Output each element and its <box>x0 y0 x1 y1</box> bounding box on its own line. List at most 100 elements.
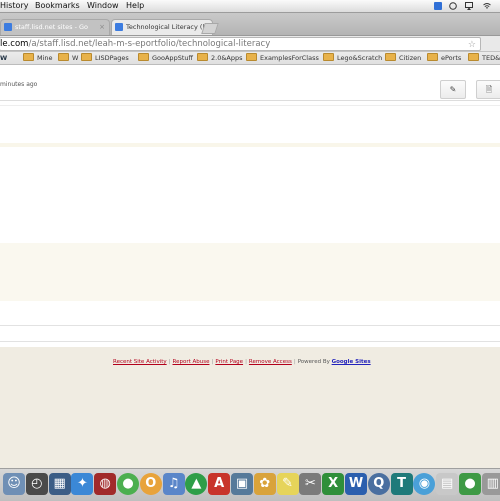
new-tab-button[interactable] <box>201 23 219 34</box>
folder-icon <box>23 53 34 61</box>
mission-control-icon[interactable]: ▦ <box>48 473 71 495</box>
divider <box>0 325 500 326</box>
menu-window[interactable]: Window <box>87 0 119 12</box>
google-sites-favicon-icon <box>4 23 12 31</box>
close-tab-icon[interactable]: × <box>99 20 105 35</box>
menu-bookmarks[interactable]: Bookmarks <box>35 0 80 12</box>
menu-help[interactable]: Help <box>126 0 144 12</box>
site-footer: Recent Site Activity | Report Abuse | Print … <box>0 347 500 468</box>
chrome-icon[interactable]: ● <box>117 473 139 495</box>
bookmark-label: GooAppStuff <box>152 54 193 62</box>
bookmark-label: Citizen <box>399 54 422 62</box>
photos-icon[interactable]: ✿ <box>253 473 276 495</box>
tab-technological-literacy[interactable]: Technological Literacy (le × <box>111 19 213 35</box>
itunes-icon[interactable]: ♫ <box>162 473 185 495</box>
separator: | <box>245 359 247 365</box>
google-drive-icon[interactable]: ▲ <box>185 473 208 495</box>
toolbar: le.com/a/staff.lisd.net/leah-m-s-eportfo… <box>0 36 500 52</box>
excel-icon[interactable]: X <box>322 473 345 495</box>
google-sites-favicon-icon <box>115 23 123 31</box>
folder-icon <box>246 53 257 61</box>
new-page-icon: 🗎 <box>485 85 493 94</box>
bookmark-folder-apps[interactable]: 2.0&Apps <box>197 52 243 64</box>
folder-icon <box>58 53 69 61</box>
quicktime-icon[interactable]: Q <box>367 473 390 495</box>
bookmark-folder-mine[interactable]: Mine <box>23 52 53 64</box>
bookmark-label: 2.0&Apps <box>211 54 243 62</box>
finder-icon[interactable]: ☺ <box>3 473 25 495</box>
folder-icon <box>81 53 92 61</box>
new-page-button[interactable]: 🗎 <box>476 80 500 99</box>
trash-icon[interactable]: ▥ <box>481 473 500 495</box>
word-icon[interactable]: W <box>345 473 367 495</box>
firefox-icon[interactable]: O <box>139 473 162 495</box>
separator: | <box>211 359 214 365</box>
bookmark-label: ExamplesForClass <box>260 54 319 62</box>
bookmark-star-icon[interactable]: ☆ <box>468 39 476 50</box>
folder-icon <box>138 53 149 61</box>
stickies-icon[interactable]: ✎ <box>276 473 299 495</box>
page-content: minutes ago ✎ 🗎 Recent Site Activity | Rep… <box>0 65 500 468</box>
bookmark-folder-gooappstuff[interactable]: GooAppStuff <box>138 52 193 64</box>
time-machine-icon[interactable] <box>449 2 457 10</box>
acrobat-icon[interactable]: A <box>208 473 231 495</box>
dock: ☺ ◴ ▦ ✦ ◍ ● O ♫ ▲ A ▣ ✿ ✎ ✂ X W Q T ◉ ▤ ● ▥ <box>0 468 500 501</box>
bookmark-folder-lisdpages[interactable]: LISDPages <box>81 52 129 64</box>
separator: | <box>168 359 171 365</box>
url-host: le.com <box>0 39 29 49</box>
preview-icon[interactable]: ▣ <box>231 473 253 495</box>
bookmark-label: Mine <box>37 54 53 62</box>
bookmark-label: TED&V <box>482 54 500 62</box>
divider <box>0 105 500 106</box>
tab-staff-sites[interactable]: staff.lisd.net sites - Go × <box>0 19 110 35</box>
dashboard-icon[interactable]: ◴ <box>25 473 48 495</box>
remove-access-link[interactable]: Remove Access <box>249 359 292 365</box>
separator: | <box>293 359 296 365</box>
document-icon[interactable]: ▤ <box>436 473 459 495</box>
edit-page-button[interactable]: ✎ <box>440 80 466 99</box>
menu-bar: History Bookmarks Window Help <box>0 0 500 13</box>
wifi-icon[interactable] <box>483 2 491 10</box>
bookmark-label: ePorts <box>441 54 462 62</box>
google-sites-link[interactable]: Google Sites <box>332 359 371 365</box>
photo-booth-icon[interactable]: ◍ <box>94 473 117 495</box>
bookmark-folder-examplesforclass[interactable]: ExamplesForClass <box>246 52 319 64</box>
bookmark-label: LISDPages <box>95 54 129 62</box>
bookmark-folder-w[interactable]: W <box>58 52 78 64</box>
tab-title: staff.lisd.net sites - Go <box>15 23 89 31</box>
scissors-icon[interactable]: ✂ <box>299 473 322 495</box>
address-bar[interactable]: le.com/a/staff.lisd.net/leah-m-s-eportfo… <box>0 37 481 51</box>
tab-strip: staff.lisd.net sites - Go × Technologica… <box>0 13 500 36</box>
textedit-icon[interactable]: T <box>390 473 413 495</box>
divider <box>0 100 500 101</box>
divider <box>0 341 500 342</box>
print-page-link[interactable]: Print Page <box>215 359 243 365</box>
url-path: /a/staff.lisd.net/leah-m-s-eportfolio/te… <box>28 39 271 49</box>
powered-by-text: Powered By <box>297 359 330 365</box>
recent-site-activity-link[interactable]: Recent Site Activity <box>113 359 167 365</box>
bookmark-label: Lego&Scratch <box>337 54 383 62</box>
folder-icon <box>323 53 334 61</box>
tab-title: Technological Literacy (le <box>126 23 209 31</box>
airplay-icon[interactable] <box>465 2 473 10</box>
safari-icon[interactable]: ✦ <box>71 473 94 495</box>
bookmark-w[interactable]: W <box>0 52 10 64</box>
downloads-icon[interactable]: ● <box>459 473 481 495</box>
dropbox-icon[interactable] <box>434 2 442 10</box>
folder-icon <box>468 53 479 61</box>
last-updated-text: minutes ago <box>0 81 38 88</box>
folder-icon <box>427 53 438 61</box>
folder-icon <box>197 53 208 61</box>
bookmark-folder-eports[interactable]: ePorts <box>427 52 461 64</box>
footer-links: Recent Site Activity | Report Abuse | Print … <box>113 359 371 365</box>
app-store-icon[interactable]: ◉ <box>413 473 436 495</box>
pencil-icon: ✎ <box>449 85 457 94</box>
menu-history[interactable]: History <box>0 0 28 12</box>
bookmark-folder-ted[interactable]: TED&V <box>468 52 500 64</box>
content-band <box>0 143 500 147</box>
bookmark-folder-lego-scratch[interactable]: Lego&Scratch <box>323 52 382 64</box>
bookmark-label: W <box>72 54 79 62</box>
report-abuse-link[interactable]: Report Abuse <box>173 359 210 365</box>
page-toolbar: ✎ 🗎 <box>440 80 500 99</box>
bookmark-folder-citizen[interactable]: Citizen <box>385 52 421 64</box>
